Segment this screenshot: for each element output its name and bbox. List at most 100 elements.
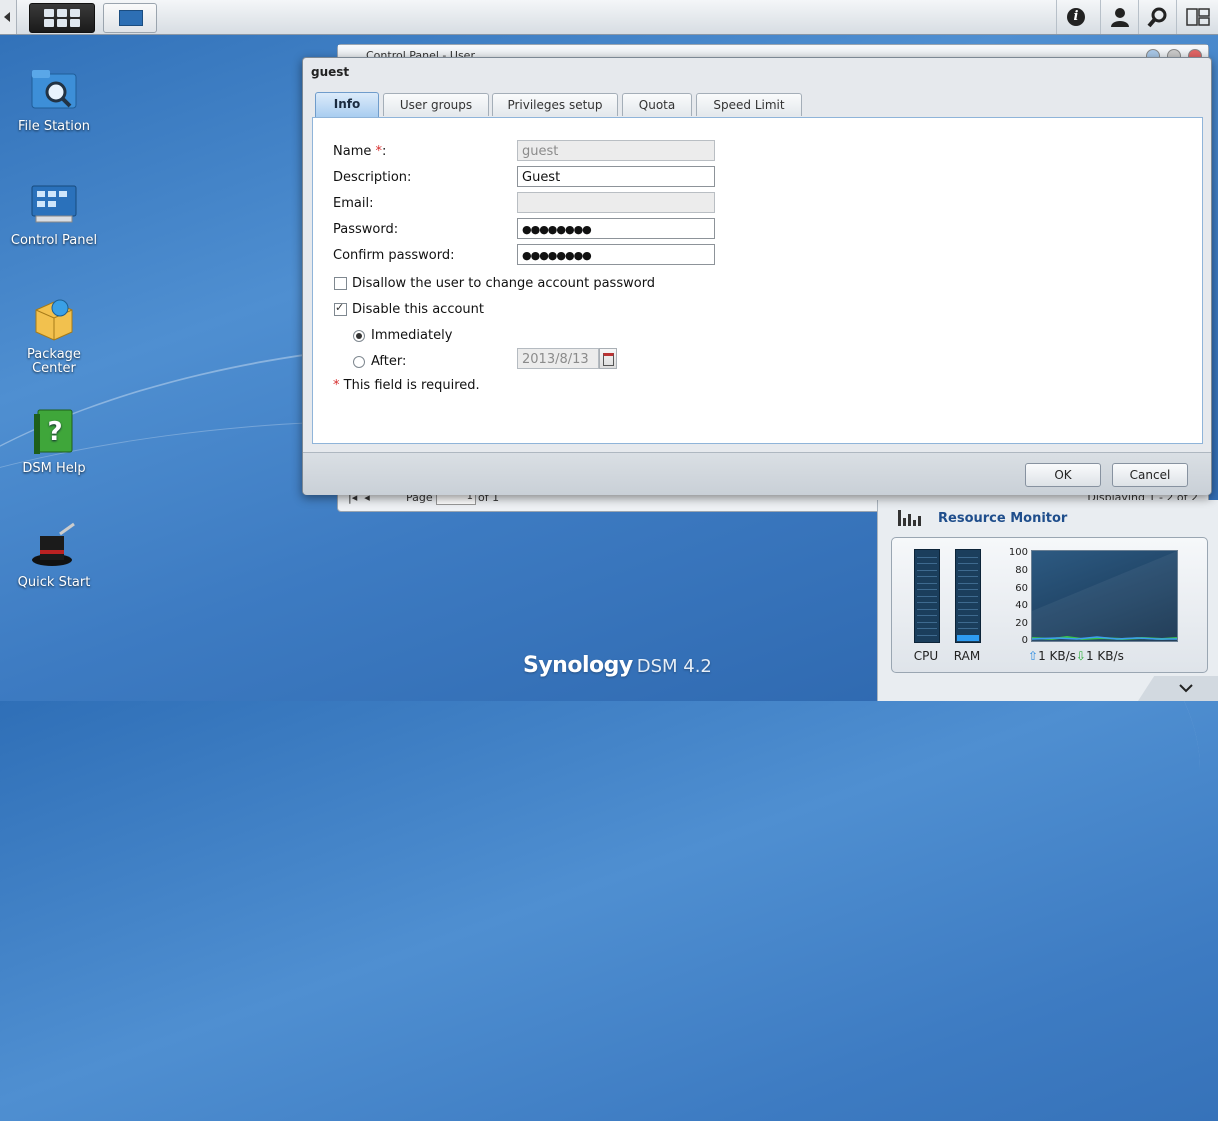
disallow-change-label[interactable]: Disallow the user to change account pass… [352, 276, 655, 291]
meter-segment [917, 602, 937, 603]
after-radio[interactable] [353, 356, 365, 368]
meter-segment [958, 563, 978, 564]
main-menu-button[interactable] [29, 3, 95, 33]
chart-ytick: 100 [1008, 547, 1028, 558]
after-label[interactable]: After: [371, 354, 406, 369]
file-station-icon [30, 66, 78, 114]
desktop-icon-control-panel[interactable]: Control Panel [4, 180, 104, 248]
desktop-icon-quick-start[interactable]: Quick Start [4, 522, 104, 590]
help-book-icon: ? [30, 408, 78, 456]
widgets-icon [1186, 8, 1210, 26]
meter-segment [917, 556, 937, 558]
network-usage-chart [1031, 550, 1178, 642]
resource-monitor-widget: Resource Monitor CPU RAM 100 80 60 40 20… [877, 500, 1218, 701]
info-button[interactable]: i [1056, 0, 1095, 34]
taskbar-scroll-left-button[interactable] [0, 0, 17, 34]
name-label: Name *: [333, 144, 387, 159]
meter-segment [917, 634, 937, 636]
cancel-button[interactable]: Cancel [1112, 463, 1188, 487]
download-arrow-icon: ⇩ [1075, 649, 1086, 663]
ram-label: RAM [953, 649, 981, 663]
ok-button[interactable]: OK [1025, 463, 1101, 487]
required-note: * This field is required. [333, 378, 480, 393]
description-field[interactable]: Guest [517, 166, 715, 187]
meter-segment [917, 628, 937, 629]
taskbar: i [0, 0, 1218, 35]
name-field: guest [517, 140, 715, 161]
info-panel: Name *: guest Description: Guest Email: … [312, 117, 1203, 444]
meter-segment [958, 576, 978, 577]
user-edit-dialog: guest Info User groups Privileges setup … [302, 57, 1212, 495]
password-field[interactable]: ●●●●●●●● [517, 218, 715, 239]
meter-segment [958, 589, 978, 590]
tab-info[interactable]: Info [315, 92, 379, 117]
info-icon: i [1067, 8, 1085, 26]
meter-segment [917, 569, 937, 571]
meter-segment [917, 615, 937, 616]
meter-segment [917, 621, 937, 623]
chart-ytick: 0 [1021, 635, 1028, 646]
password-label: Password: [333, 222, 399, 237]
meter-segment [958, 602, 978, 603]
taskbar-control-panel-button[interactable] [103, 3, 157, 33]
magic-hat-icon [30, 522, 78, 570]
resource-monitor-title[interactable]: Resource Monitor [938, 511, 1067, 526]
meter-segment [958, 582, 978, 584]
search-button[interactable] [1138, 0, 1177, 34]
control-panel-icon [30, 180, 78, 228]
chart-ytick: 80 [1015, 565, 1028, 576]
tab-user-groups[interactable]: User groups [383, 93, 489, 116]
meter-segment [917, 589, 937, 590]
meter-segment [958, 556, 978, 558]
user-button[interactable] [1100, 0, 1139, 34]
email-field [517, 192, 715, 213]
meter-segment [917, 563, 937, 564]
chart-ytick: 20 [1015, 618, 1028, 629]
cpu-label: CPU [913, 649, 939, 663]
upload-arrow-icon: ⇧ [1028, 649, 1039, 663]
meter-segment [917, 576, 937, 577]
meter-segment [958, 628, 978, 629]
network-rates: ⇧1 KB/s⇩1 KB/s [1028, 649, 1124, 663]
download-rate: 1 KB/s [1085, 649, 1124, 663]
meter-segment [958, 569, 978, 571]
tab-privileges-setup[interactable]: Privileges setup [492, 93, 618, 116]
ram-meter [955, 549, 981, 643]
disallow-change-checkbox[interactable] [334, 277, 347, 290]
tab-speed-limit[interactable]: Speed Limit [696, 93, 802, 116]
widgets-button[interactable] [1176, 0, 1218, 34]
meter-segment [958, 595, 978, 597]
description-label: Description: [333, 170, 412, 185]
chart-ytick: 60 [1015, 583, 1028, 594]
dialog-title: guest [311, 65, 350, 79]
package-center-icon [30, 294, 78, 342]
desktop-icon-package-center[interactable]: Package Center [4, 294, 104, 376]
user-icon [1111, 8, 1129, 27]
disable-account-checkbox[interactable] [334, 301, 347, 316]
immediately-label[interactable]: Immediately [371, 328, 452, 343]
meter-segment [958, 615, 978, 616]
svg-text:?: ? [47, 417, 62, 447]
email-label: Email: [333, 196, 374, 211]
bar-chart-icon [898, 510, 924, 526]
disable-account-label[interactable]: Disable this account [352, 302, 484, 317]
meter-segment [958, 621, 978, 623]
chevron-down-icon[interactable] [1174, 681, 1198, 701]
desktop-icon-dsm-help[interactable]: ? DSM Help [4, 408, 104, 476]
tab-quota[interactable]: Quota [622, 93, 692, 116]
immediately-radio[interactable] [353, 330, 365, 342]
confirm-password-field[interactable]: ●●●●●●●● [517, 244, 715, 265]
meter-segment [917, 595, 937, 597]
calendar-icon[interactable] [599, 348, 617, 369]
dialog-footer: OK Cancel [303, 452, 1211, 495]
ram-meter-fill [957, 634, 979, 641]
meter-segment [917, 608, 937, 610]
control-panel-icon [119, 10, 143, 26]
upload-rate: 1 KB/s [1038, 649, 1076, 663]
cpu-meter [914, 549, 940, 643]
brand-logo: Synology DSM 4.2 [523, 653, 712, 678]
meter-segment [958, 608, 978, 610]
desktop-icon-file-station[interactable]: File Station [4, 66, 104, 134]
meter-segment [917, 582, 937, 584]
search-icon [1147, 7, 1167, 28]
